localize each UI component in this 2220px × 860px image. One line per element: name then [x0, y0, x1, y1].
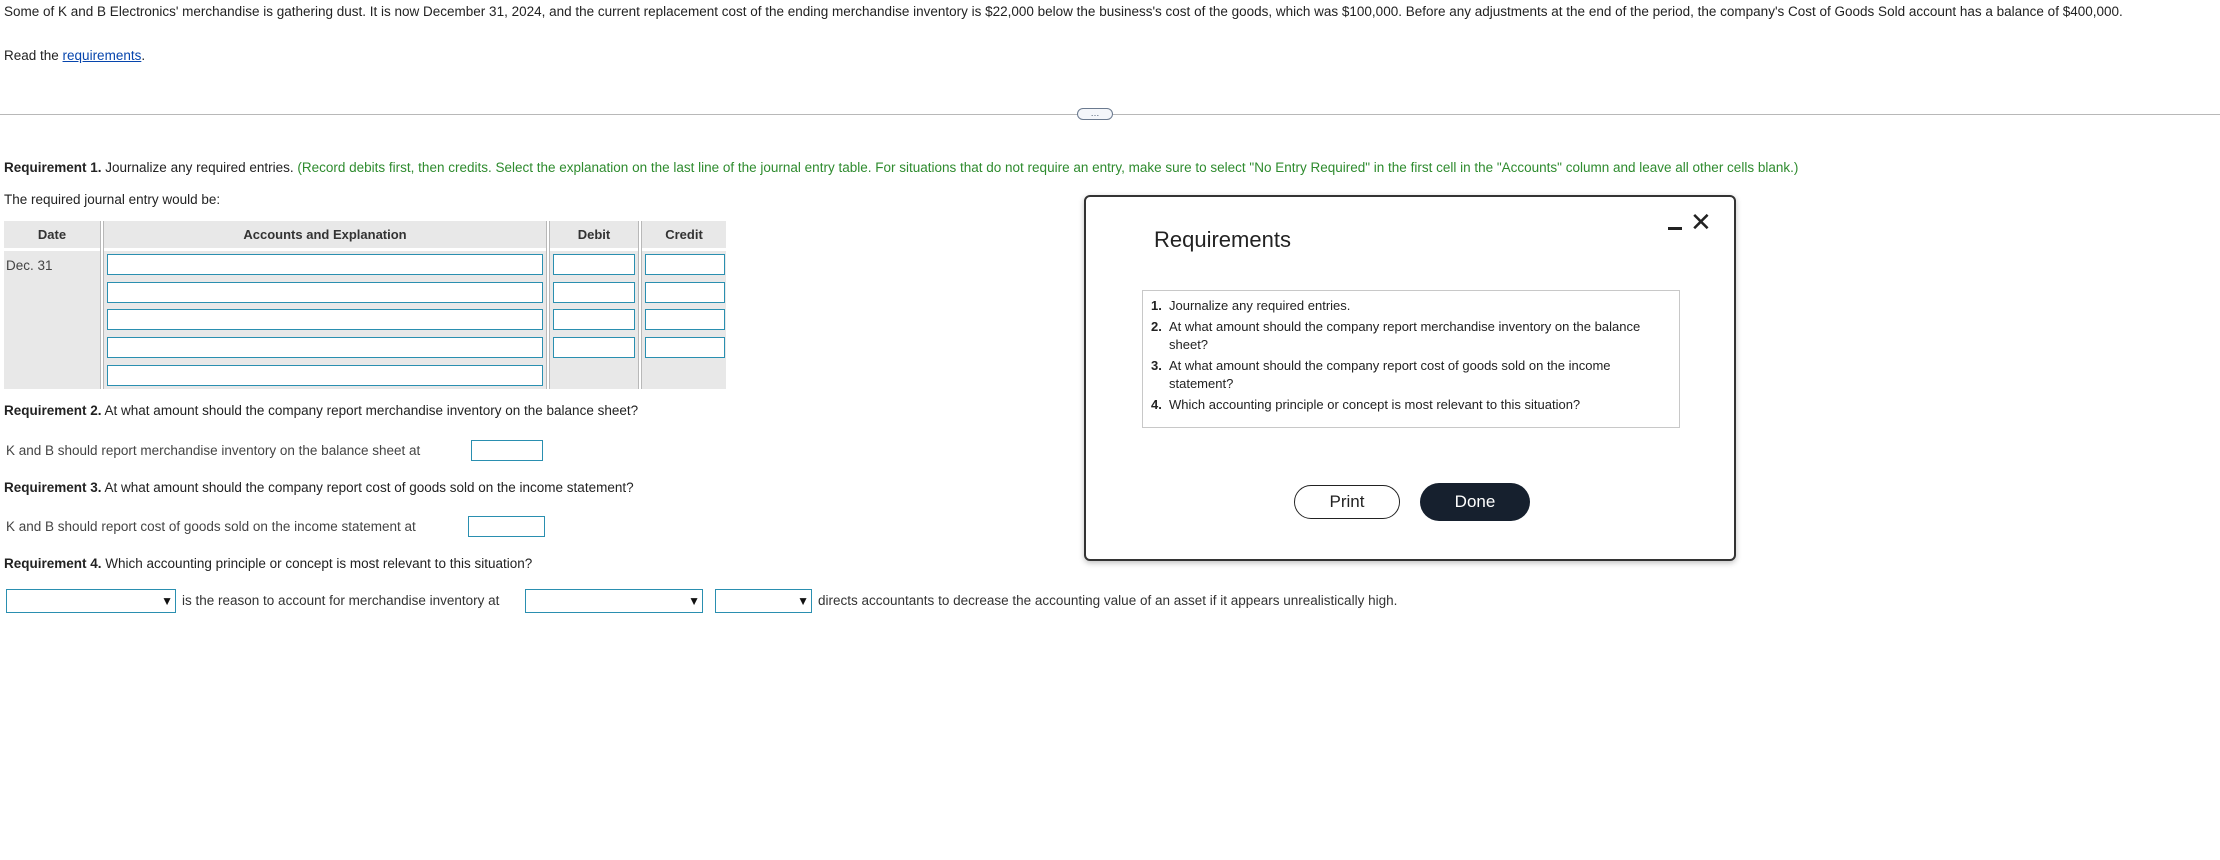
- requirement-1-text: Journalize any required entries.: [101, 160, 298, 175]
- list-item-text: Which accounting principle or concept is…: [1169, 397, 1581, 412]
- requirement-4-mid-text: is the reason to account for merchandise…: [182, 593, 500, 608]
- read-requirements-line: Read the requirements.: [4, 48, 145, 63]
- header-date: Date: [4, 221, 100, 248]
- list-item-number: 4.: [1151, 397, 1162, 412]
- requirement-4: Requirement 4. Which accounting principl…: [4, 556, 532, 571]
- list-item-text: At what amount should the company report…: [1169, 358, 1611, 391]
- journal-table: Date Accounts and Explanation Debit Cred…: [4, 221, 726, 389]
- valuation-select[interactable]: ▼: [525, 589, 703, 613]
- requirement-2-answer-label: K and B should report merchandise invent…: [6, 443, 421, 458]
- done-button[interactable]: Done: [1420, 483, 1530, 521]
- requirement-1: Requirement 1. Journalize any required e…: [4, 160, 1798, 175]
- requirement-4-end-text: directs accountants to decrease the acco…: [818, 593, 1398, 608]
- requirement-1-head: Requirement 1.: [4, 160, 102, 175]
- read-prefix: Read the: [4, 48, 63, 63]
- debit-input-row-1[interactable]: [553, 254, 635, 275]
- header-debit: Debit: [550, 221, 638, 248]
- close-icon[interactable]: ✕: [1690, 209, 1712, 235]
- header-accounts: Accounts and Explanation: [104, 221, 546, 248]
- account-input-row-1[interactable]: [107, 254, 543, 275]
- problem-statement: Some of K and B Electronics' merchandise…: [4, 4, 2123, 19]
- list-item-text: At what amount should the company report…: [1169, 319, 1641, 352]
- journal-entry-intro: The required journal entry would be:: [4, 192, 221, 207]
- debit-input-row-2[interactable]: [553, 282, 635, 303]
- principle-select-1[interactable]: ▼: [6, 589, 176, 613]
- requirement-2: Requirement 2. At what amount should the…: [4, 403, 638, 418]
- header-credit: Credit: [642, 221, 726, 248]
- requirement-3-head: Requirement 3.: [4, 480, 102, 495]
- requirement-1-instruction: (Record debits first, then credits. Sele…: [297, 160, 1799, 175]
- list-item-number: 1.: [1151, 298, 1162, 313]
- credit-input-row-2[interactable]: [645, 282, 725, 303]
- list-item-number: 2.: [1151, 319, 1162, 334]
- dropdown-arrow-icon: ▼: [161, 594, 173, 608]
- list-item: 2. At what amount should the company rep…: [1151, 318, 1671, 354]
- requirement-4-head: Requirement 4.: [4, 556, 102, 571]
- credit-input-row-4[interactable]: [645, 337, 725, 358]
- read-suffix: .: [141, 48, 146, 63]
- list-item-number: 3.: [1151, 358, 1162, 373]
- list-item: 4. Which accounting principle or concept…: [1151, 396, 1671, 414]
- requirement-2-text: At what amount should the company report…: [101, 403, 639, 418]
- explanation-input[interactable]: [107, 365, 543, 386]
- credit-input-row-1[interactable]: [645, 254, 725, 275]
- requirement-3: Requirement 3. At what amount should the…: [4, 480, 634, 495]
- dropdown-arrow-icon: ▼: [797, 594, 809, 608]
- inventory-amount-input[interactable]: [471, 440, 543, 461]
- debit-input-row-4[interactable]: [553, 337, 635, 358]
- requirement-4-text: Which accounting principle or concept is…: [101, 556, 533, 571]
- account-input-row-4[interactable]: [107, 337, 543, 358]
- requirements-list: 1. Journalize any required entries. 2. A…: [1142, 290, 1680, 428]
- expand-handle[interactable]: …: [1077, 108, 1113, 120]
- requirement-2-head: Requirement 2.: [4, 403, 102, 418]
- requirement-3-text: At what amount should the company report…: [101, 480, 634, 495]
- print-button[interactable]: Print: [1294, 485, 1400, 519]
- requirement-3-answer-label: K and B should report cost of goods sold…: [6, 519, 416, 534]
- requirements-link[interactable]: requirements: [63, 48, 142, 63]
- account-input-row-2[interactable]: [107, 282, 543, 303]
- list-item: 3. At what amount should the company rep…: [1151, 357, 1671, 393]
- list-item-text: Journalize any required entries.: [1169, 298, 1351, 313]
- dialog-title: Requirements: [1154, 227, 1291, 252]
- minimize-icon[interactable]: [1666, 215, 1684, 237]
- principle-select-2[interactable]: ▼: [715, 589, 812, 613]
- account-input-row-3[interactable]: [107, 309, 543, 330]
- cogs-amount-input[interactable]: [468, 516, 545, 537]
- credit-input-row-3[interactable]: [645, 309, 725, 330]
- dropdown-arrow-icon: ▼: [688, 594, 700, 608]
- requirements-dialog: Requirements ✕ 1. Journalize any require…: [1084, 195, 1736, 561]
- debit-input-row-3[interactable]: [553, 309, 635, 330]
- list-item: 1. Journalize any required entries.: [1151, 297, 1671, 315]
- entry-date: Dec. 31: [6, 258, 53, 273]
